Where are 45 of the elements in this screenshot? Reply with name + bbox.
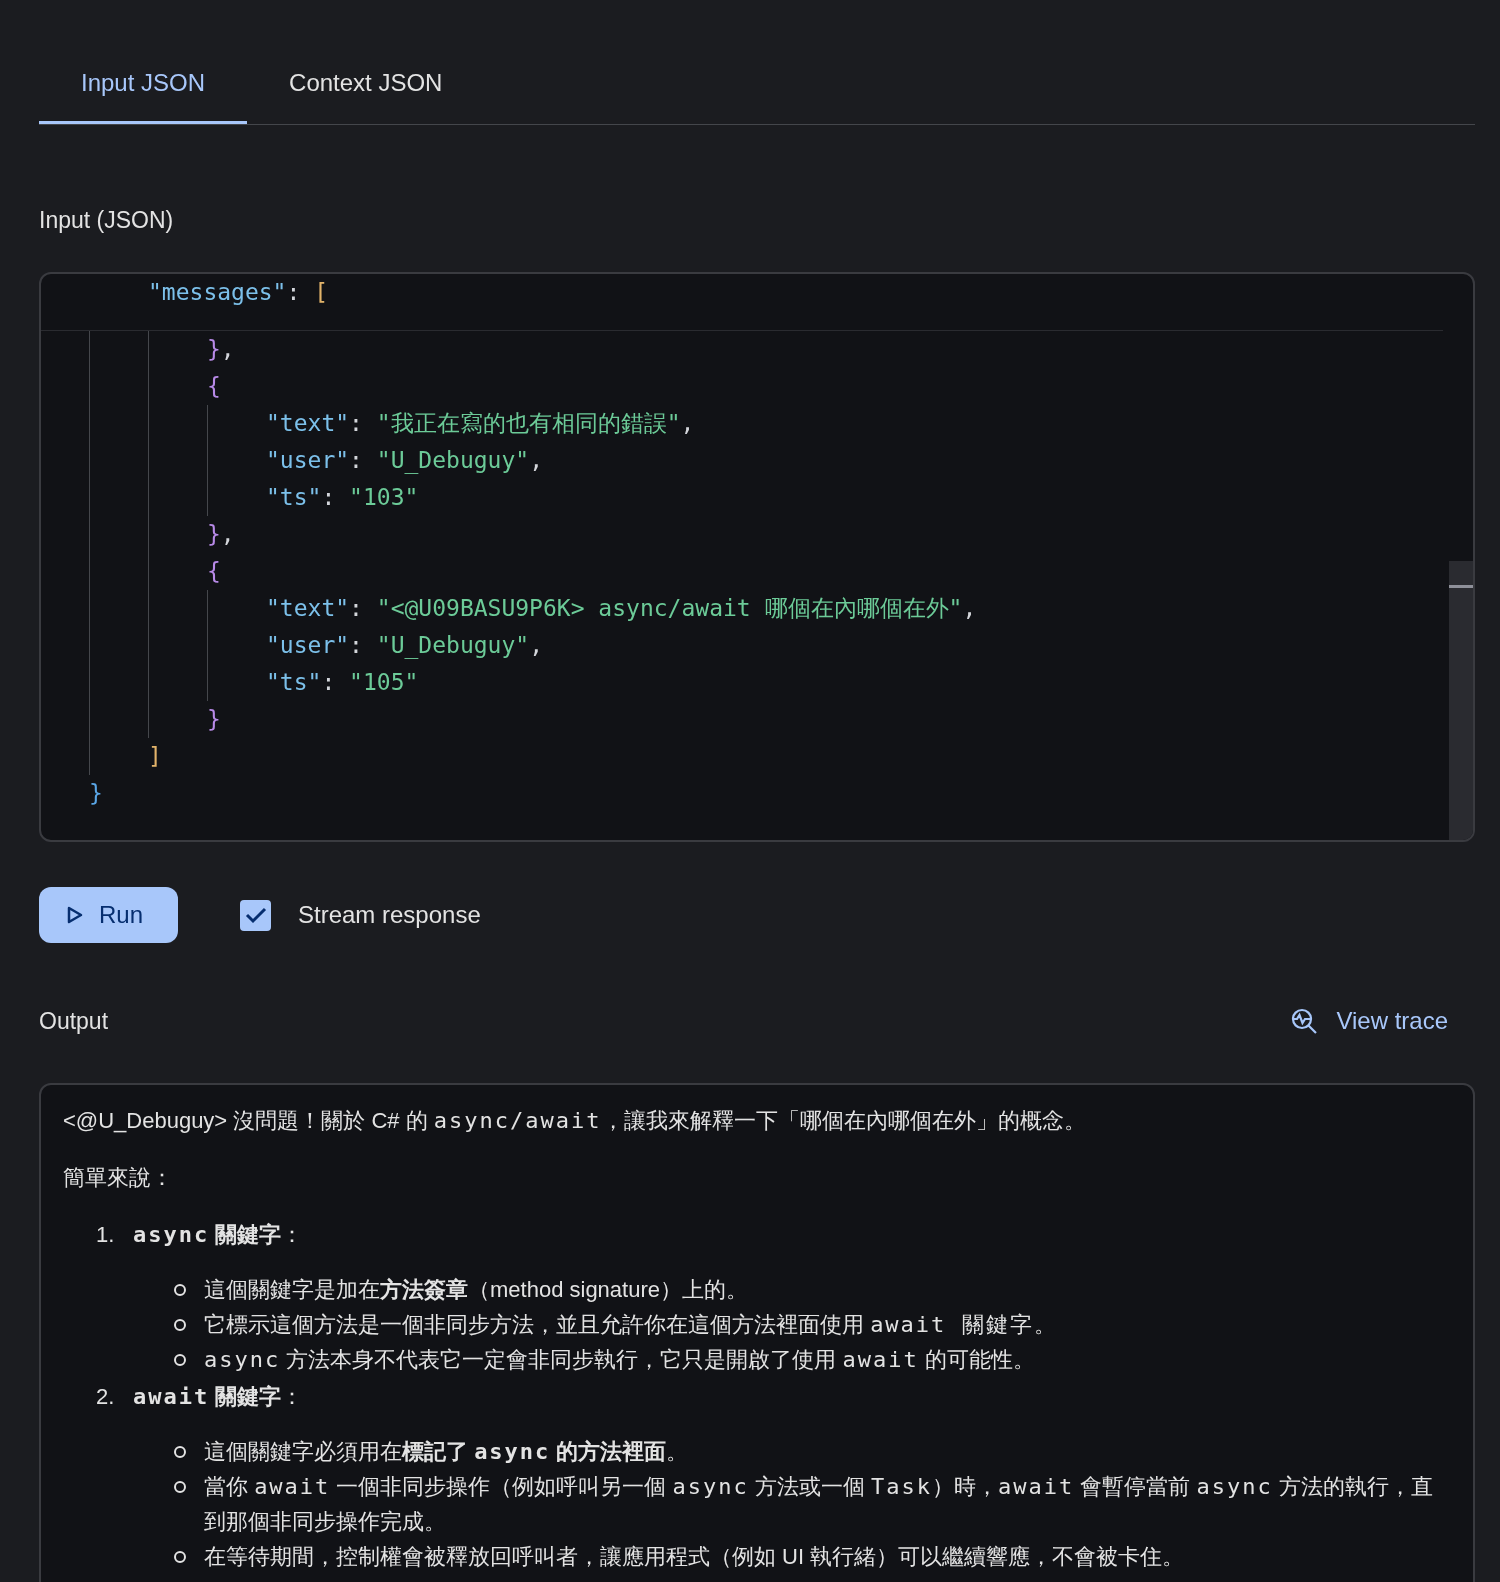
bullet-icon — [174, 1481, 186, 1493]
check-icon — [244, 906, 267, 924]
code-line: } — [89, 779, 103, 809]
code-line: "user": "U_Debuguy", — [266, 631, 543, 661]
run-button[interactable]: Run — [39, 887, 178, 943]
checkbox-label: Stream response — [298, 900, 481, 930]
output-paragraph: 簡單來說： — [63, 1164, 173, 1192]
trace-search-icon — [1290, 1007, 1319, 1035]
bullet-text: 在等待期間，控制權會被釋放回呼叫者，讓應用程式（例如 UI 執行緒）可以繼續響應，不會被卡住。 — [204, 1543, 1185, 1571]
list-number: 2. — [96, 1383, 116, 1411]
bullet-icon — [174, 1354, 186, 1366]
section-label: Output — [39, 1007, 109, 1036]
output-paragraph: <@U_Debuguy> 沒問題！關於 C# 的 async/await，讓我來解釋一下「哪個在內哪個在外」的概念。 — [63, 1107, 1086, 1135]
code-line: "user": "U_Debuguy", — [266, 446, 543, 476]
code-line: "ts": "103" — [266, 483, 419, 513]
code-line: ] — [148, 742, 162, 772]
bullet-icon — [174, 1284, 186, 1296]
bullet-icon — [174, 1551, 186, 1563]
code-line: { — [207, 557, 221, 587]
list-number: 1. — [96, 1221, 116, 1249]
bullet-icon — [174, 1319, 186, 1331]
section-label: Input (JSON) — [39, 206, 174, 235]
code-editor[interactable]: "messages": [ }, { "text": "我正在寫的也有相同的錯誤", "user": "U_Debuguy", "ts": "103" }, { "text": "<@U09BASU9P6K> async/await 哪個在內哪個在外", "user": "U_Debuguy", "ts": "105" } ] } — [39, 272, 1475, 842]
tab[interactable]: Input JSON — [39, 44, 248, 124]
bullet-text: async 方法本身不代表它一定會非同步執行，它只是開啟了使用 await 的可能性。 — [204, 1346, 1035, 1374]
view-trace-link[interactable]: View trace — [1290, 1003, 1448, 1039]
list-heading: async 關鍵字： — [133, 1221, 304, 1249]
code-line: "ts": "105" — [266, 668, 419, 698]
bullet-icon — [174, 1446, 186, 1458]
code-line: "text": "我正在寫的也有相同的錯誤", — [266, 409, 695, 439]
code-line: { — [207, 372, 221, 402]
tab[interactable]: Context JSON — [247, 44, 485, 124]
code-line: "messages": [ — [148, 278, 329, 308]
bullet-text: 它標示這個方法是一個非同步方法，並且允許你在這個方法裡面使用 await 關鍵字。 — [204, 1311, 1058, 1339]
code-line: "text": "<@U09BASU9P6K> async/await 哪個在內哪個在外", — [266, 594, 977, 624]
code-line: }, — [207, 520, 235, 550]
bullet-text: 這個關鍵字必須用在標記了 async 的方法裡面。 — [204, 1438, 689, 1466]
bullet-text: 當你 await 一個非同步操作（例如呼叫另一個 async 方法或一個 Task）時，await 會暫停當前 async 方法的執行，直到那個非同步操作完成。 — [204, 1473, 1434, 1536]
play-icon — [67, 906, 83, 924]
code-line: } — [207, 705, 221, 735]
code-line: }, — [207, 335, 235, 365]
bullet-text: 這個關鍵字是加在方法簽章（method signature）上的。 — [204, 1276, 748, 1304]
list-heading: await 關鍵字： — [133, 1383, 304, 1411]
checkbox[interactable] — [240, 899, 271, 931]
scrollbar[interactable] — [1449, 561, 1473, 840]
